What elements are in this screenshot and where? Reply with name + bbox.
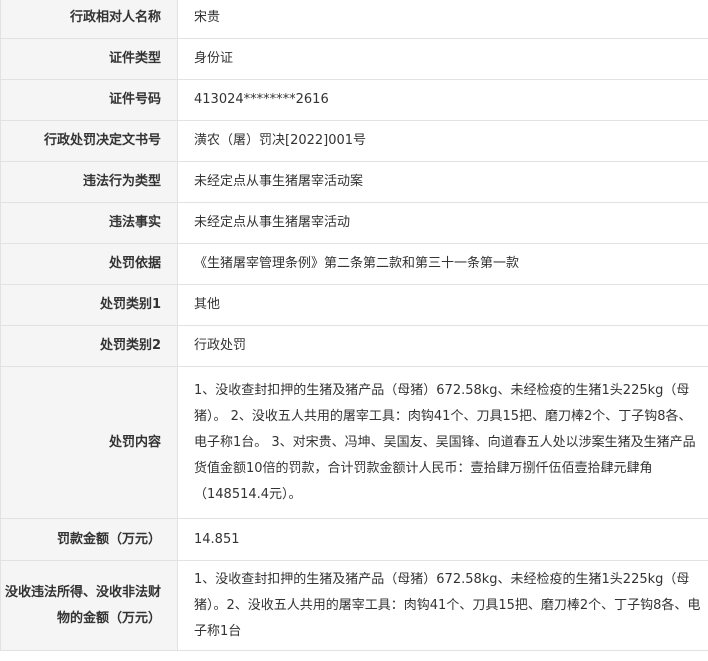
table-row: 行政处罚决定文书号 潢农（屠）罚决[2022]001号 xyxy=(0,120,708,162)
table-row: 行政相对人名称 宋贵 xyxy=(0,0,708,39)
table-row: 处罚类别1 其他 xyxy=(0,284,708,326)
row-value-party-name: 宋贵 xyxy=(177,0,708,39)
row-value-fine-amount: 14.851 xyxy=(177,518,708,561)
row-value-decision-doc-number: 潢农（屠）罚决[2022]001号 xyxy=(177,120,708,162)
penalty-info-panel: 行政相对人名称 宋贵 证件类型 身份证 证件号码 413024********2… xyxy=(0,0,708,661)
row-value-violation-facts: 未经定点从事生猪屠宰活动 xyxy=(177,202,708,244)
row-label-id-number: 证件号码 xyxy=(0,79,178,121)
row-value-confiscation-amount: 1、没收查封扣押的生猪及猪产品（母猪）672.58kg、未经检疫的生猪1头225… xyxy=(177,560,708,651)
row-label-confiscation-amount: 没收违法所得、没收非法财物的金额（万元） xyxy=(0,560,178,651)
row-value-penalty-content: 1、没收查封扣押的生猪及猪产品（母猪）672.58kg、未经检疫的生猪1头225… xyxy=(177,366,708,519)
row-label-penalty-category-2: 处罚类别2 xyxy=(0,325,178,367)
row-label-penalty-basis: 处罚依据 xyxy=(0,243,178,285)
table-row: 处罚类别2 行政处罚 xyxy=(0,325,708,367)
row-label-party-name: 行政相对人名称 xyxy=(0,0,178,39)
table-row: 违法行为类型 未经定点从事生猪屠宰活动案 xyxy=(0,161,708,203)
row-value-penalty-category-2: 行政处罚 xyxy=(177,325,708,367)
table-row: 证件类型 身份证 xyxy=(0,38,708,80)
table-row: 违法事实 未经定点从事生猪屠宰活动 xyxy=(0,202,708,244)
row-value-penalty-category-1: 其他 xyxy=(177,284,708,326)
row-label-penalty-content: 处罚内容 xyxy=(0,366,178,519)
row-value-penalty-basis: 《生猪屠宰管理条例》第二条第二款和第三十一条第一款 xyxy=(177,243,708,285)
penalty-info-table: 行政相对人名称 宋贵 证件类型 身份证 证件号码 413024********2… xyxy=(0,0,708,651)
table-row: 处罚内容 1、没收查封扣押的生猪及猪产品（母猪）672.58kg、未经检疫的生猪… xyxy=(0,366,708,519)
row-value-id-number: 413024********2616 xyxy=(177,79,708,121)
row-label-violation-type: 违法行为类型 xyxy=(0,161,178,203)
table-row: 证件号码 413024********2616 xyxy=(0,79,708,121)
row-label-decision-doc-number: 行政处罚决定文书号 xyxy=(0,120,178,162)
table-row: 罚款金额（万元） 14.851 xyxy=(0,518,708,561)
row-label-fine-amount: 罚款金额（万元） xyxy=(0,518,178,561)
row-label-penalty-category-1: 处罚类别1 xyxy=(0,284,178,326)
row-label-violation-facts: 违法事实 xyxy=(0,202,178,244)
table-row: 没收违法所得、没收非法财物的金额（万元） 1、没收查封扣押的生猪及猪产品（母猪）… xyxy=(0,560,708,651)
row-value-id-type: 身份证 xyxy=(177,38,708,80)
row-value-violation-type: 未经定点从事生猪屠宰活动案 xyxy=(177,161,708,203)
table-row: 处罚依据 《生猪屠宰管理条例》第二条第二款和第三十一条第一款 xyxy=(0,243,708,285)
row-label-id-type: 证件类型 xyxy=(0,38,178,80)
